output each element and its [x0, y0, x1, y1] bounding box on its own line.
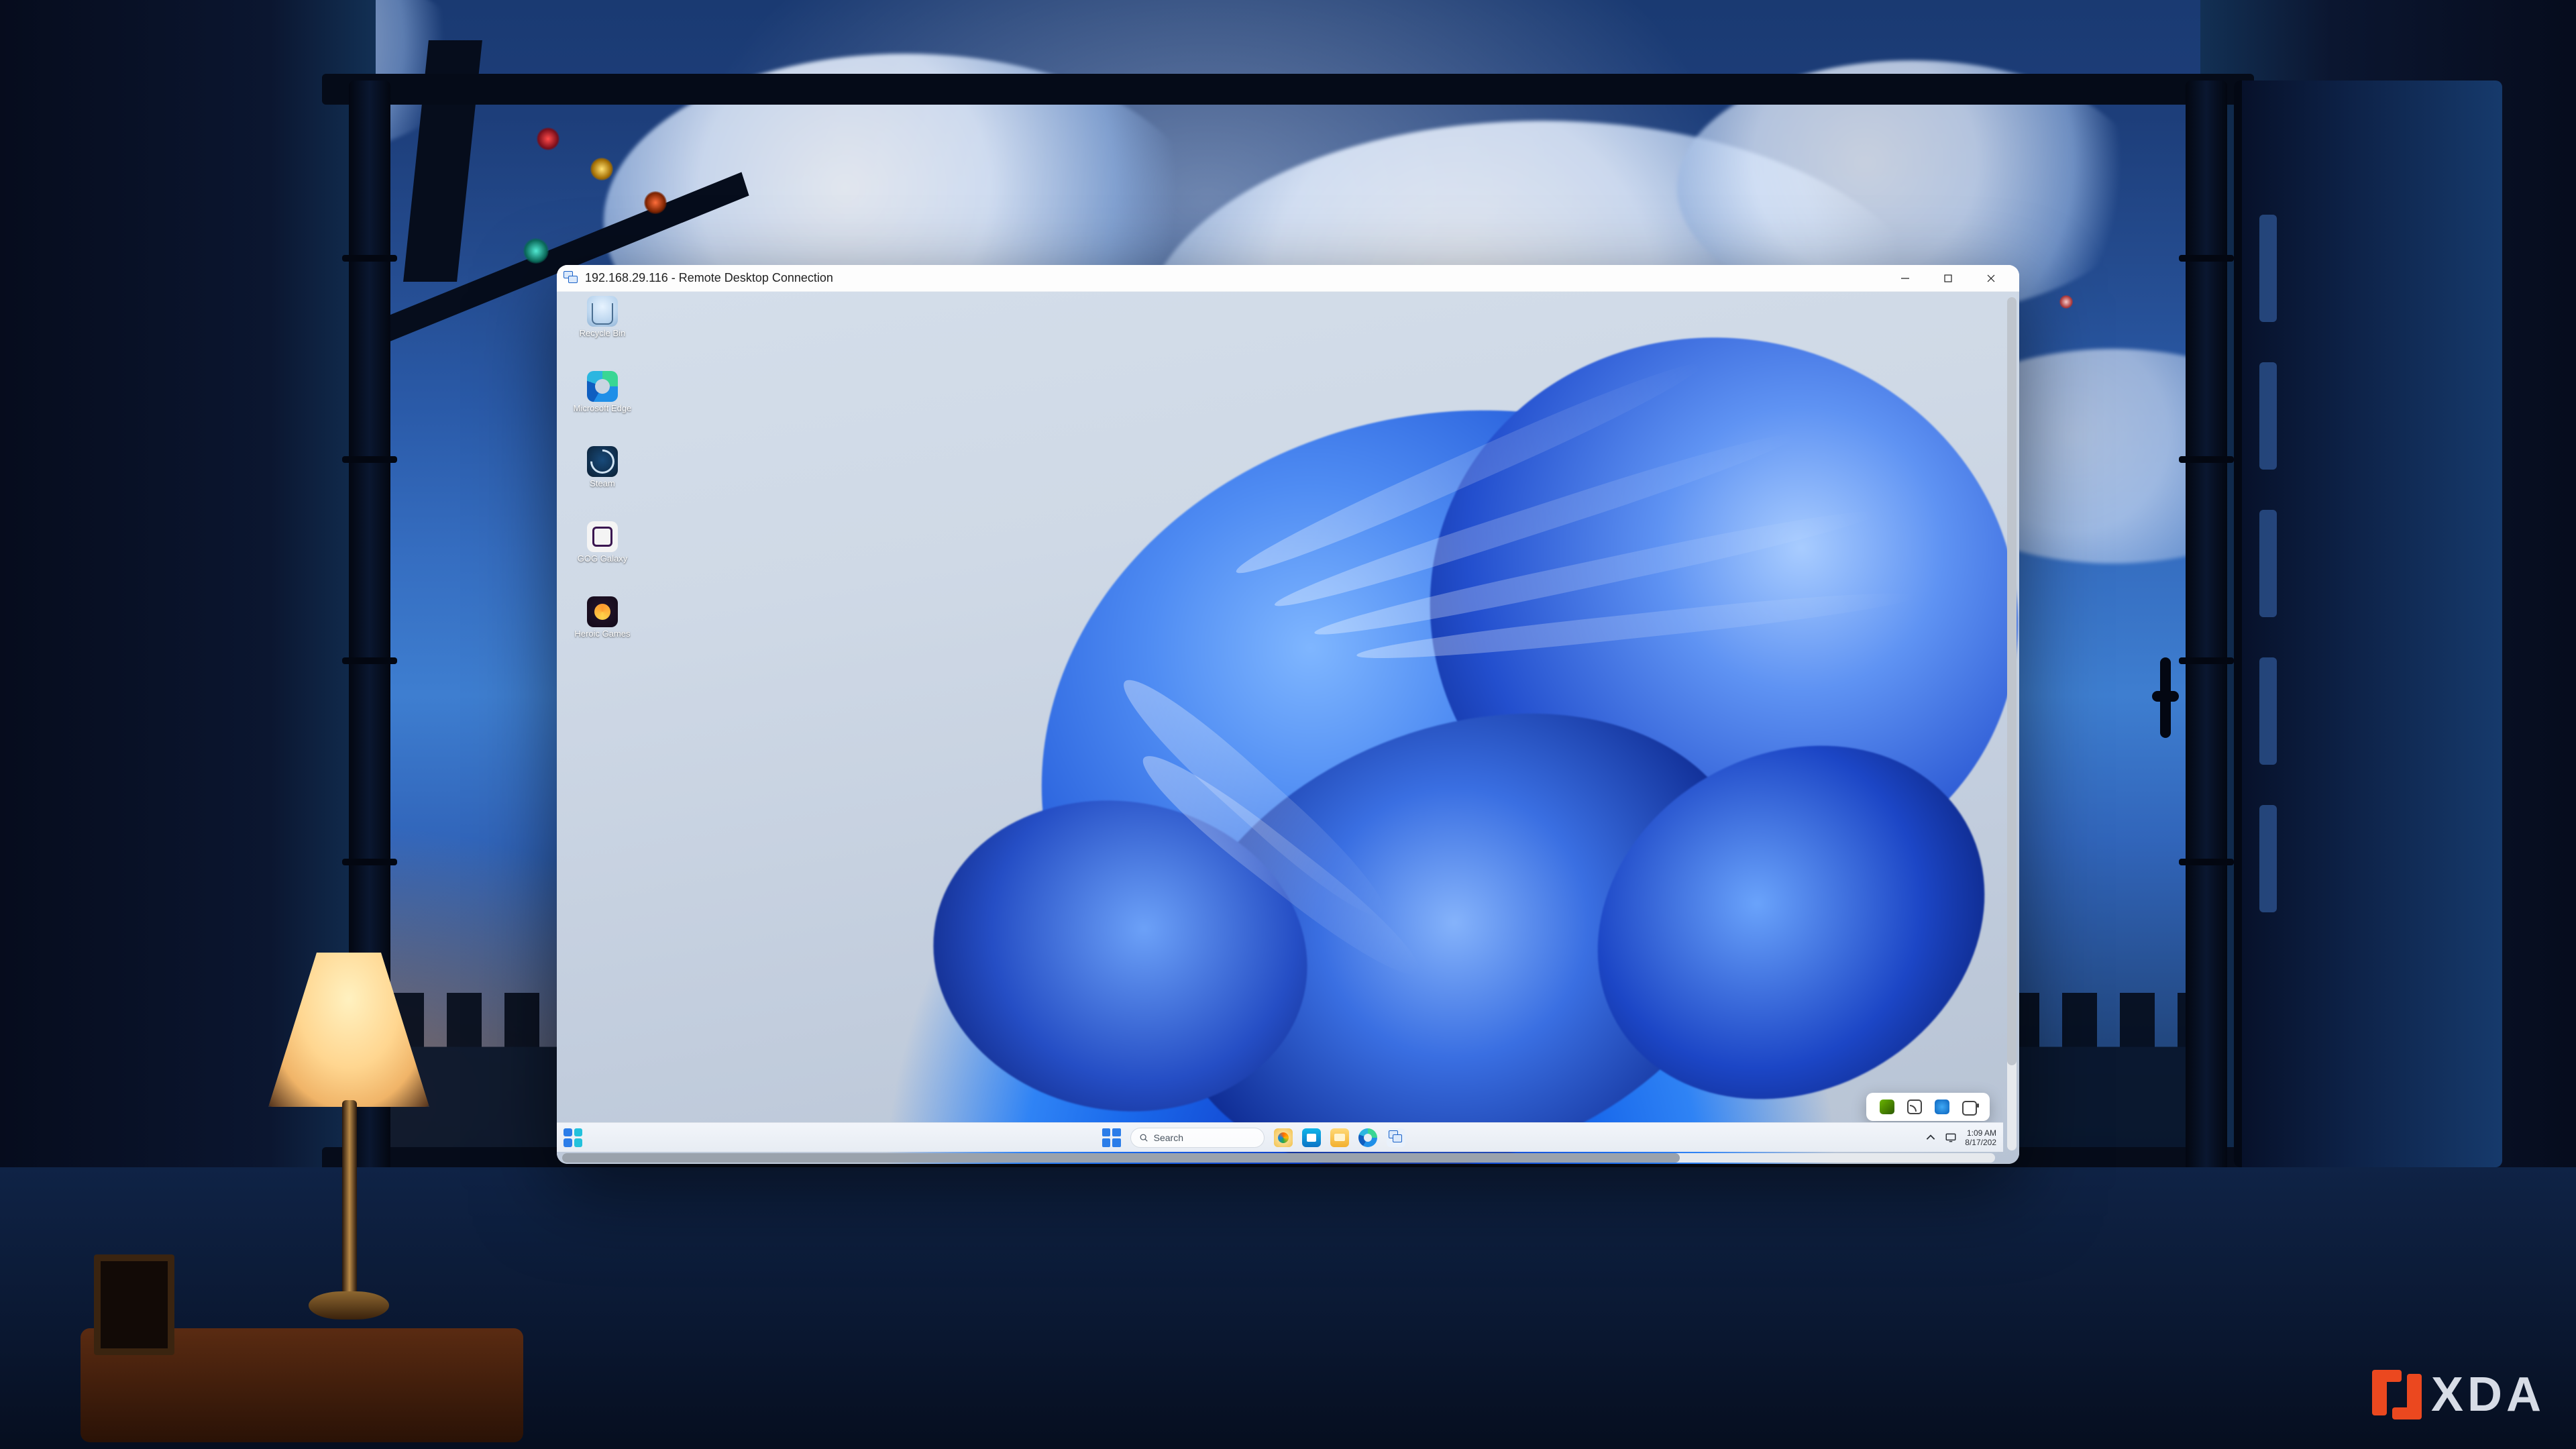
steam-icon — [587, 446, 618, 477]
minimize-icon — [1900, 273, 1911, 284]
xda-logo-icon — [2372, 1370, 2422, 1419]
tray-overflow-button[interactable] — [1925, 1132, 1937, 1144]
window-title: 192.168.29.116 - Remote Desktop Connecti… — [585, 271, 833, 285]
desktop-icon-label: Recycle Bin — [580, 329, 626, 338]
taskbar-widgets-button[interactable] — [564, 1128, 582, 1147]
taskbar-clock-date: 8/17/202 — [1965, 1138, 1996, 1147]
close-icon — [1986, 273, 1996, 284]
desktop-icon-steam[interactable]: Steam — [564, 446, 641, 517]
remote-desktop-area[interactable]: Recycle Bin Microsoft Edge Steam GOG Gal… — [557, 292, 2019, 1164]
taskbar-search[interactable]: Search — [1130, 1128, 1265, 1148]
remote-desktop-icon — [564, 271, 578, 286]
onedrive-icon[interactable] — [1935, 1099, 1949, 1114]
maximize-icon — [1943, 273, 1953, 284]
remote-desktop-window: 192.168.29.116 - Remote Desktop Connecti… — [557, 265, 2019, 1164]
recycle-bin-icon — [587, 296, 618, 327]
taskbar-remote-desktop-button[interactable] — [1387, 1128, 1405, 1147]
desktop-icon-heroic[interactable]: Heroic Games — [564, 596, 641, 667]
close-button[interactable] — [1970, 265, 2012, 292]
desktop-icon-label: Steam — [590, 479, 615, 488]
taskbar-clock-time: 1:09 AM — [1967, 1128, 1996, 1138]
taskbar-edge-button[interactable] — [1358, 1128, 1377, 1147]
desktop-icon-gog[interactable]: GOG Galaxy — [564, 521, 641, 592]
edge-icon — [587, 371, 618, 402]
cast-icon[interactable] — [1907, 1099, 1922, 1114]
minimize-button[interactable] — [1884, 265, 1927, 292]
search-icon — [1139, 1133, 1148, 1142]
tray-popup[interactable] — [1866, 1093, 1990, 1121]
desktop-icon-label: Heroic Games — [574, 629, 630, 639]
desktop-icon-edge[interactable]: Microsoft Edge — [564, 371, 641, 442]
taskbar-explorer-button[interactable] — [1330, 1128, 1349, 1147]
remote-vertical-scrollbar[interactable] — [2007, 297, 2017, 1150]
maximize-button[interactable] — [1927, 265, 1970, 292]
taskbar-store-button[interactable] — [1302, 1128, 1321, 1147]
heroic-icon — [587, 596, 618, 627]
taskbar-search-placeholder: Search — [1154, 1132, 1183, 1143]
lamp-decor — [228, 953, 470, 1382]
xda-watermark-text: XDA — [2431, 1367, 2545, 1422]
remote-taskbar: Search 1:09 AM 8/17/202 — [557, 1122, 2003, 1152]
xda-watermark: XDA — [2372, 1367, 2545, 1422]
battery-icon[interactable] — [1962, 1101, 1977, 1116]
taskbar-copilot-button[interactable] — [1274, 1128, 1293, 1147]
desktop-icon-label: Microsoft Edge — [574, 404, 632, 413]
desktop-icon-label: GOG Galaxy — [578, 554, 627, 564]
remote-horizontal-scrollbar[interactable] — [562, 1153, 1995, 1163]
nvidia-icon[interactable] — [1880, 1099, 1894, 1114]
window-titlebar[interactable]: 192.168.29.116 - Remote Desktop Connecti… — [557, 265, 2019, 292]
taskbar-clock[interactable]: 1:09 AM 8/17/202 — [1965, 1128, 1996, 1147]
network-icon[interactable] — [1945, 1132, 1957, 1144]
taskbar-start-button[interactable] — [1102, 1128, 1121, 1147]
gog-icon — [587, 521, 618, 552]
desktop-icon-recycle-bin[interactable]: Recycle Bin — [564, 296, 641, 367]
